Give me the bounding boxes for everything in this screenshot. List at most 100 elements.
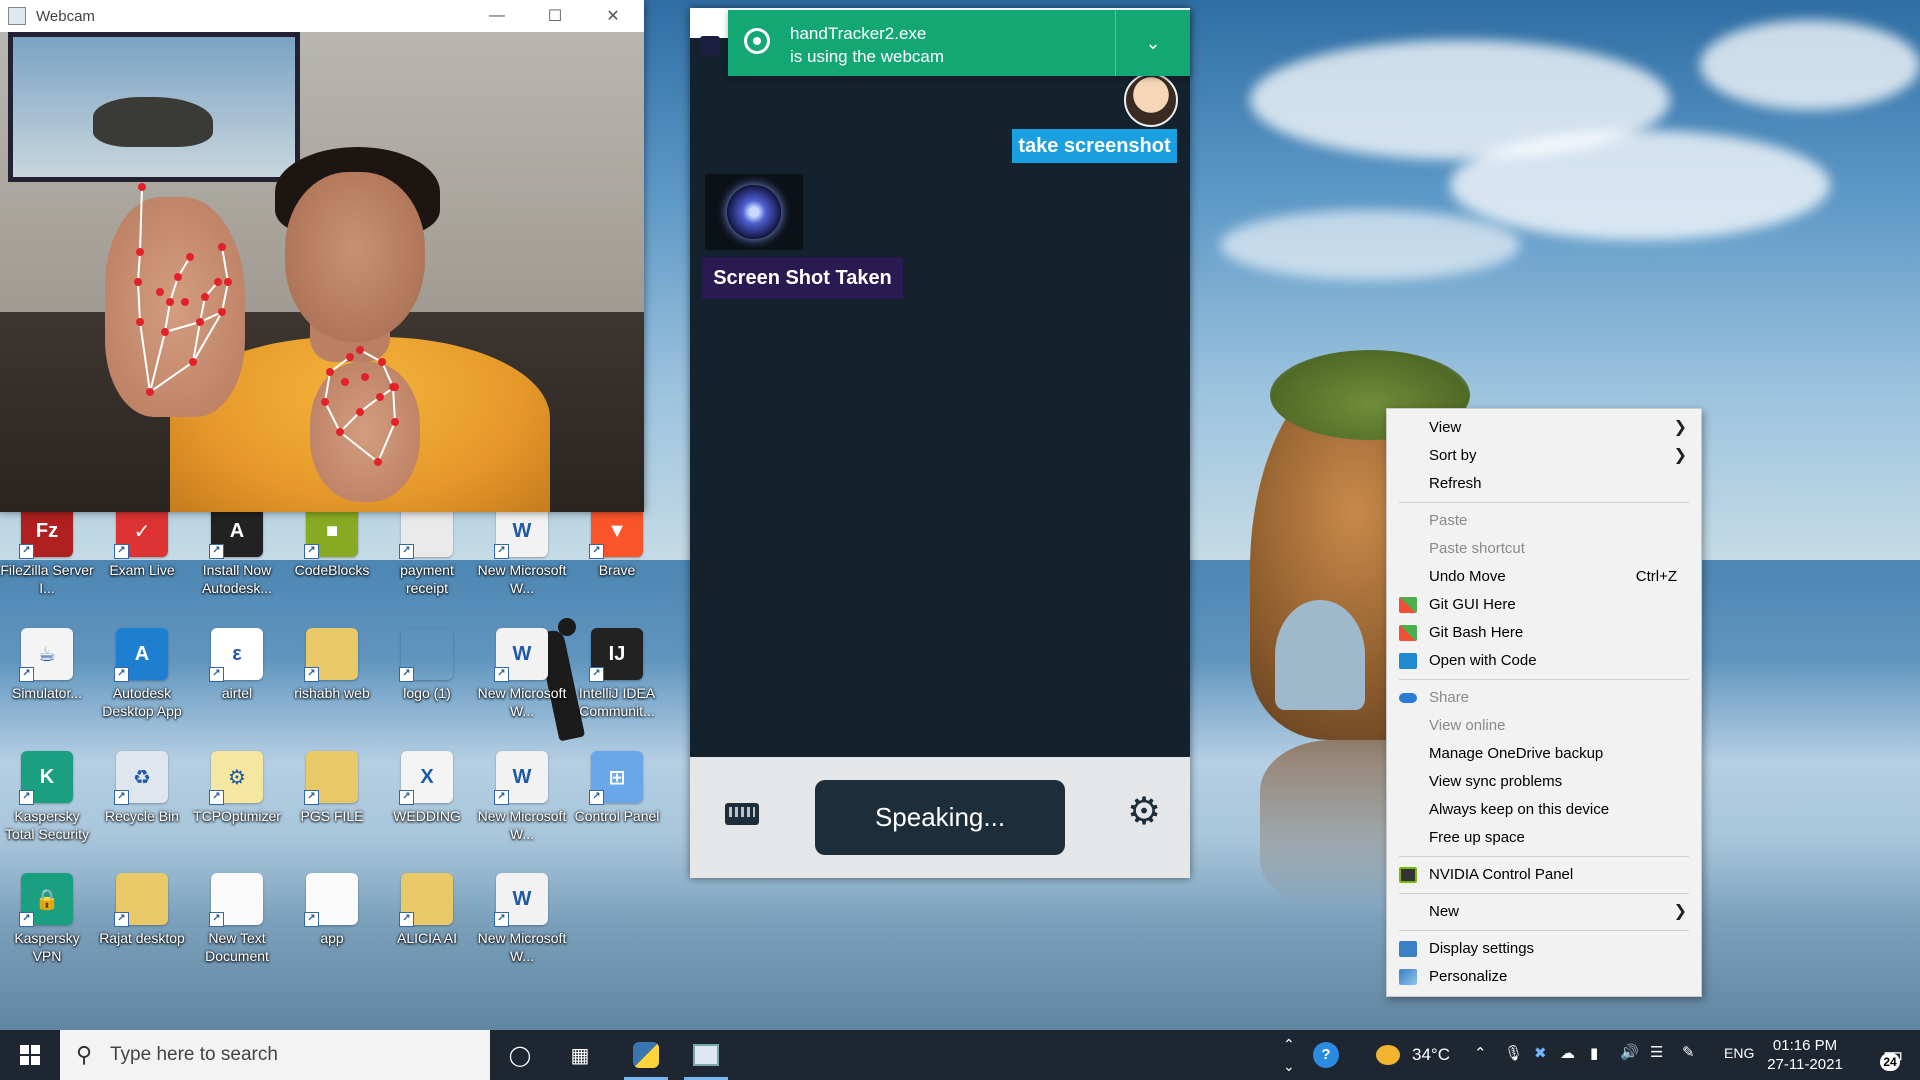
desktop-icon[interactable]: ε ↗ airtel — [190, 628, 284, 702]
desktop-icon-glyph: ☕ — [38, 643, 56, 666]
weather-icon[interactable] — [1376, 1045, 1400, 1065]
menu-item-open-with-code[interactable]: Open with Code — [1387, 647, 1701, 675]
desktop-icon[interactable]: ⚙ ↗ TCPOptimizer — [190, 751, 284, 825]
desktop-icon[interactable]: ↗ app — [285, 873, 379, 947]
desktop-icon[interactable]: W ↗ New Microsoft W... — [475, 751, 569, 843]
desktop-icon-label: Exam Live — [109, 562, 175, 578]
language-indicator[interactable]: ENG — [1724, 1045, 1754, 1061]
desktop-icon-glyph: W — [512, 765, 532, 788]
desktop-icon[interactable]: X ↗ WEDDING — [380, 751, 474, 825]
webcam-titlebar[interactable]: Webcam — ☐ ✕ — [0, 0, 644, 32]
menu-item-new[interactable]: New ❯ — [1387, 898, 1701, 926]
desktop-icon-glyph: K — [39, 765, 55, 788]
maximize-button[interactable]: ☐ — [526, 0, 584, 32]
menu-item-free-space[interactable]: Free up space — [1387, 824, 1701, 852]
help-icon[interactable]: ? — [1313, 1042, 1339, 1068]
menu-item-manage-backup[interactable]: Manage OneDrive backup — [1387, 740, 1701, 768]
menu-item-git-gui[interactable]: Git GUI Here — [1387, 591, 1701, 619]
desktop-icon[interactable]: A ↗ Autodesk Desktop App — [95, 628, 189, 720]
chevron-down-icon[interactable]: ⌄ — [1115, 10, 1190, 76]
desktop-icon[interactable]: ✓ ↗ Exam Live — [95, 505, 189, 579]
desktop-icon[interactable]: ↗ ALICIA AI — [380, 873, 474, 947]
menu-item-display-settings[interactable]: Display settings — [1387, 935, 1701, 963]
desktop-icon[interactable]: ↗ Rajat desktop — [95, 873, 189, 947]
tray-scroll-down[interactable]: ⌄ — [1283, 1058, 1295, 1075]
desktop-icon[interactable]: ↗ PGS FILE — [285, 751, 379, 825]
close-button[interactable]: ✕ — [584, 0, 642, 32]
taskbar-search[interactable]: ⚲ Type here to search — [60, 1030, 490, 1080]
start-button[interactable] — [0, 1030, 60, 1080]
desktop-icon[interactable]: ▼ ↗ Brave — [570, 505, 664, 579]
desktop-icon-glyph: ♻ — [133, 766, 151, 789]
desktop-icon[interactable]: 🔒 ↗ Kaspersky VPN — [0, 873, 94, 965]
clock-time: 01:16 PM — [1772, 1037, 1838, 1054]
minimize-button[interactable]: — — [468, 0, 526, 32]
clock-date: 27-11-2021 — [1767, 1056, 1843, 1073]
webcam-usage-notification[interactable]: handTracker2.exe is using the webcam ⌄ — [728, 10, 1190, 76]
search-placeholder: Type here to search — [110, 1044, 278, 1065]
assistant-avatar — [705, 174, 803, 250]
shortcut-arrow-icon: ↗ — [589, 544, 604, 559]
desktop-icon[interactable]: Fz ↗ FileZilla Server I... — [0, 505, 94, 597]
desktop-icon-label: Kaspersky VPN — [14, 930, 80, 964]
wifi-icon[interactable]: ☰ — [1650, 1043, 1663, 1061]
desktop-context-menu[interactable]: View ❯ Sort by ❯ Refresh Paste Paste short… — [1386, 408, 1702, 997]
menu-item-paste-shortcut[interactable]: Paste shortcut — [1387, 535, 1701, 563]
desktop-icon[interactable]: A ↗ Install Now Autodesk... — [190, 505, 284, 597]
desktop-icon-glyph: ε — [232, 642, 242, 665]
desktop-icon[interactable]: ↗ rishabh web — [285, 628, 379, 702]
desktop-icon-label: TCPOptimizer — [193, 808, 281, 824]
desktop-icon[interactable]: W ↗ New Microsoft W... — [475, 873, 569, 965]
desktop-icon[interactable]: ♻ ↗ Recycle Bin — [95, 751, 189, 825]
shortcut-arrow-icon: ↗ — [114, 667, 129, 682]
desktop-icon[interactable]: K ↗ Kaspersky Total Security — [0, 751, 94, 843]
desktop-icon[interactable]: ⊞ ↗ Control Panel — [570, 751, 664, 825]
battery-icon[interactable]: ▮ — [1590, 1044, 1598, 1062]
volume-icon[interactable]: 🔊 — [1620, 1043, 1639, 1061]
task-view-button[interactable]: ▦ — [552, 1030, 608, 1080]
bluetooth-icon[interactable]: ✖ — [1534, 1044, 1547, 1062]
onedrive-tray-icon[interactable]: ☁ — [1560, 1044, 1575, 1062]
desktop-icon[interactable]: ↗ logo (1) — [380, 628, 474, 702]
menu-item-view[interactable]: View ❯ — [1387, 414, 1701, 442]
hidden-icons-chevron-icon[interactable]: ⌃ — [1474, 1044, 1487, 1062]
tray-scroll-up[interactable]: ⌃ — [1283, 1036, 1295, 1053]
desktop-icon[interactable]: ↗ New Text Document — [190, 873, 284, 965]
desktop-icon[interactable]: W ↗ New Microsoft W... — [475, 505, 569, 597]
desktop-icon[interactable]: W ↗ New Microsoft W... — [475, 628, 569, 720]
menu-item-undo-move[interactable]: Undo Move Ctrl+Z — [1387, 563, 1701, 591]
desktop-icon[interactable]: ■ ↗ CodeBlocks — [285, 505, 379, 579]
menu-item-paste[interactable]: Paste — [1387, 507, 1701, 535]
desktop-icon-image: ⊞ ↗ — [589, 751, 643, 805]
pen-icon[interactable]: ✎ — [1682, 1043, 1695, 1061]
desktop-icon-label: Recycle Bin — [105, 808, 179, 824]
menu-item-view-sync[interactable]: View sync problems — [1387, 768, 1701, 796]
gear-icon[interactable]: ⚙ — [1127, 793, 1161, 831]
menu-item-always-keep[interactable]: Always keep on this device — [1387, 796, 1701, 824]
python-app-button[interactable] — [618, 1030, 674, 1080]
temperature[interactable]: 34°C — [1412, 1045, 1450, 1065]
desktop-icon[interactable]: IJ ↗ IntelliJ IDEA Communit... — [570, 628, 664, 720]
window-icon — [693, 1044, 719, 1066]
desktop-icon-glyph: ⚙ — [228, 766, 246, 789]
webcam-window[interactable]: Webcam — ☐ ✕ — [0, 0, 644, 512]
desktop-icon-label: New Microsoft W... — [477, 930, 567, 964]
menu-item-sort-by[interactable]: Sort by ❯ — [1387, 442, 1701, 470]
menu-item-share[interactable]: Share — [1387, 684, 1701, 712]
desktop-icon-label: New Text Document — [205, 930, 269, 964]
cortana-button[interactable]: ◯ — [492, 1030, 548, 1080]
desktop-icon[interactable]: ↗ payment receipt — [380, 505, 474, 597]
personalize-icon — [1399, 969, 1417, 985]
menu-item-personalize[interactable]: Personalize — [1387, 963, 1701, 991]
speak-button[interactable]: Speaking... — [815, 780, 1065, 855]
menu-item-refresh[interactable]: Refresh — [1387, 470, 1701, 498]
microphone-icon[interactable]: 🎙 — [1504, 1044, 1523, 1062]
shortcut-arrow-icon: ↗ — [399, 544, 414, 559]
clock[interactable]: 01:16 PM 27-11-2021 — [1755, 1036, 1855, 1074]
menu-item-view-online[interactable]: View online — [1387, 712, 1701, 740]
keyboard-icon[interactable] — [725, 803, 759, 825]
menu-item-nvidia[interactable]: NVIDIA Control Panel — [1387, 861, 1701, 889]
desktop-icon[interactable]: ☕ ↗ Simulator... — [0, 628, 94, 702]
webcam-app-button[interactable] — [678, 1030, 734, 1080]
menu-item-git-bash[interactable]: Git Bash Here — [1387, 619, 1701, 647]
